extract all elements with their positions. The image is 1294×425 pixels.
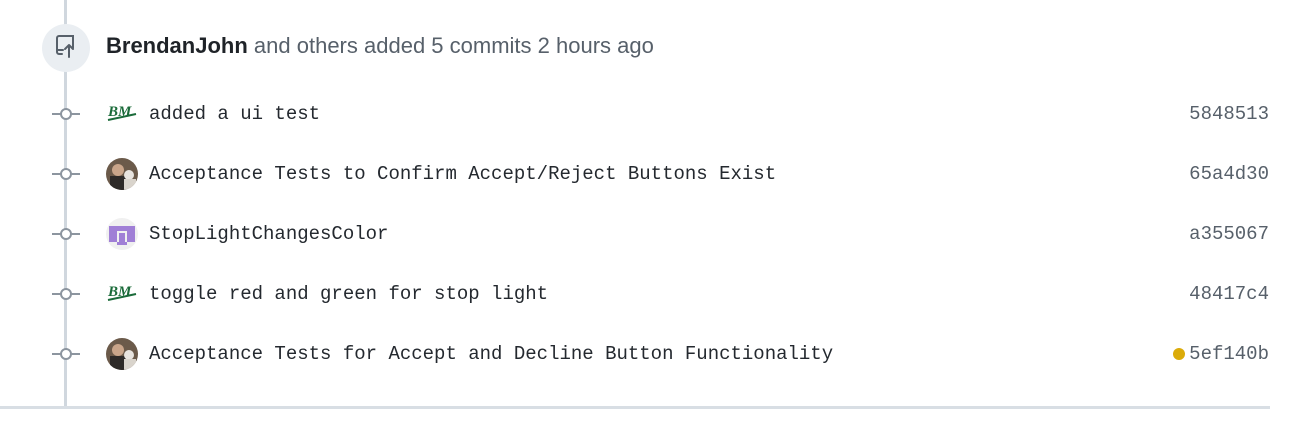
commit-message-link[interactable]: Acceptance Tests to Confirm Accept/Rejec… [149,162,776,186]
commit-row: Acceptance Tests for Accept and Decline … [0,334,1294,374]
git-commit-icon [52,286,80,302]
identicon-avatar[interactable] [106,218,138,250]
commit-message-link[interactable]: Acceptance Tests for Accept and Decline … [149,342,833,366]
commit-message-link[interactable]: toggle red and green for stop light [149,282,548,306]
commit-sha-link[interactable]: 5ef140b [1189,342,1269,366]
commit-row: StopLightChangesColor a355067 [0,214,1294,254]
commit-sha-link[interactable]: 65a4d30 [1189,162,1269,186]
repo-push-icon [53,33,79,64]
git-commit-icon [52,166,80,182]
commit-message-link[interactable]: added a ui test [149,102,320,126]
push-event-badge [42,24,90,72]
bm-logo-avatar[interactable]: BM [106,98,138,130]
commit-sha-link[interactable]: 5848513 [1189,102,1269,126]
git-commit-icon [52,346,80,362]
commit-message-link[interactable]: StopLightChangesColor [149,222,388,246]
commit-row: BM toggle red and green for stop light 4… [0,274,1294,314]
bm-logo-avatar[interactable]: BM [106,278,138,310]
push-timestamp[interactable]: 2 hours ago [538,33,654,58]
commit-row: Acceptance Tests to Confirm Accept/Rejec… [0,154,1294,194]
photo-avatar[interactable] [106,338,138,370]
pending-status-dot[interactable] [1173,348,1185,360]
commit-row: BM added a ui test 5848513 [0,94,1294,134]
git-commit-icon [52,106,80,122]
push-event-header: BrendanJohn and others added 5 commits 2… [106,31,654,61]
commit-sha-link[interactable]: 48417c4 [1189,282,1269,306]
commit-sha-link[interactable]: a355067 [1189,222,1269,246]
git-commit-icon [52,226,80,242]
author-link[interactable]: BrendanJohn [106,33,248,58]
timeline-divider [0,406,1270,409]
push-action-text: and others added 5 commits [253,33,532,58]
photo-avatar[interactable] [106,158,138,190]
